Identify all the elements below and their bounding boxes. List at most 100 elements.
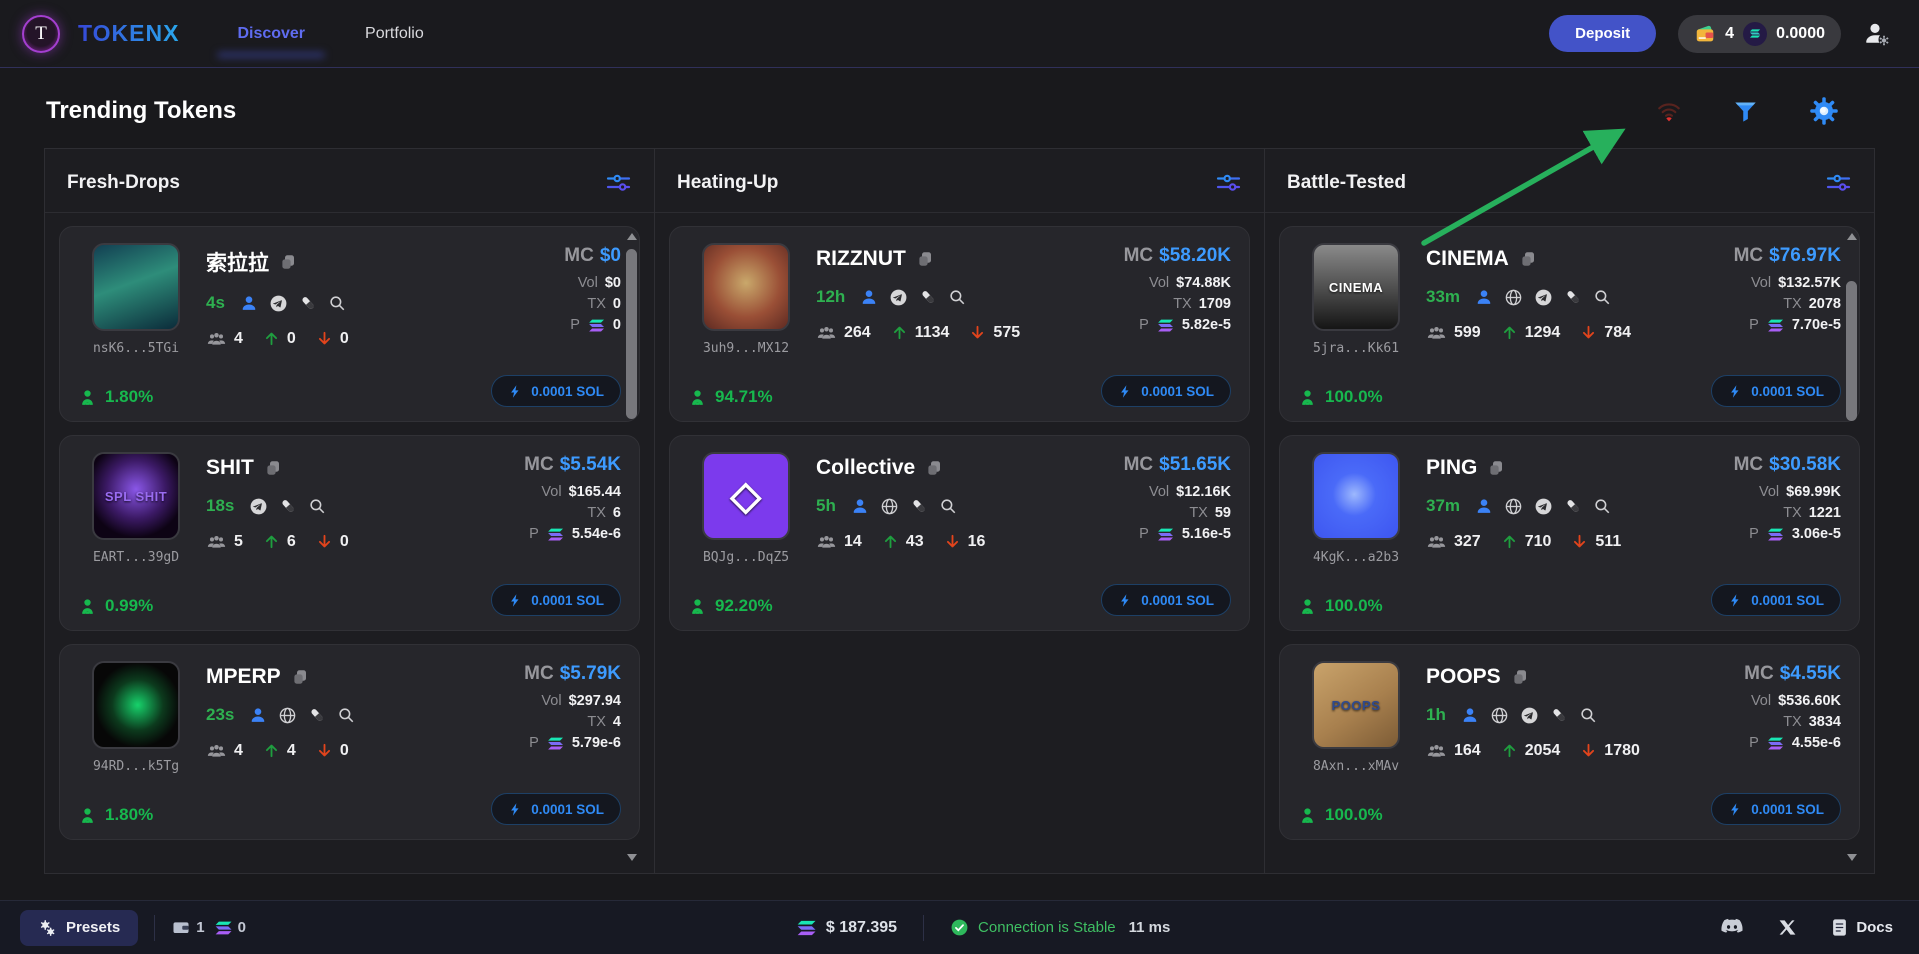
user-icon[interactable] [249, 706, 267, 724]
search-icon[interactable] [948, 288, 966, 306]
user-icon[interactable] [851, 497, 869, 515]
quick-buy-button[interactable]: 0.0001 SOL [1101, 584, 1231, 616]
user-icon[interactable] [860, 288, 878, 306]
token-card[interactable]: 94RD...k5TgMPERP23s440MC$5.79KVol$297.94… [59, 644, 640, 840]
scroll-down-icon[interactable] [627, 854, 637, 861]
telegram-icon[interactable] [889, 288, 908, 307]
token-address[interactable]: EART...39gD [93, 550, 179, 565]
quick-buy-button[interactable]: 0.0001 SOL [491, 584, 621, 616]
token-card[interactable]: ◇BQJg...DqZ5Collective5h144316MC$51.65KV… [669, 435, 1250, 631]
token-logo[interactable]: CINEMA [1312, 243, 1400, 331]
pill-icon[interactable] [910, 497, 928, 515]
docs-link[interactable]: Docs [1831, 918, 1893, 937]
scroll-up-icon[interactable] [627, 233, 637, 240]
filter-icon[interactable] [1732, 98, 1759, 125]
copy-address-icon[interactable] [925, 459, 943, 477]
pill-icon[interactable] [919, 288, 937, 306]
account-settings-button[interactable] [1863, 21, 1891, 47]
globe-icon[interactable] [1504, 288, 1523, 307]
quick-buy-button[interactable]: 0.0001 SOL [1711, 793, 1841, 825]
pill-icon[interactable] [1564, 288, 1582, 306]
copy-address-icon[interactable] [1519, 250, 1537, 268]
copy-address-icon[interactable] [264, 459, 282, 477]
copy-address-icon[interactable] [1511, 668, 1529, 686]
token-logo[interactable]: SPL SHIT [92, 452, 180, 540]
token-logo[interactable] [92, 661, 180, 749]
token-address[interactable]: 8Axn...xMAv [1313, 759, 1399, 774]
discord-icon[interactable] [1720, 918, 1744, 937]
scrollbar[interactable] [1846, 233, 1858, 861]
token-address[interactable]: 4KgK...a2b3 [1313, 550, 1399, 565]
market-cap-label: MC [1734, 245, 1764, 266]
token-logo[interactable] [702, 243, 790, 331]
x-twitter-icon[interactable] [1778, 918, 1797, 937]
scrollbar[interactable] [626, 233, 638, 861]
settings-gear-icon[interactable] [1809, 96, 1839, 126]
scrollbar-thumb[interactable] [626, 249, 637, 419]
quick-buy-button[interactable]: 0.0001 SOL [1101, 375, 1231, 407]
search-icon[interactable] [939, 497, 957, 515]
scrollbar-thumb[interactable] [1846, 281, 1857, 421]
token-logo[interactable] [1312, 452, 1400, 540]
user-icon[interactable] [1461, 706, 1479, 724]
copy-address-icon[interactable] [279, 253, 297, 271]
token-address[interactable]: nsK6...5TGi [93, 341, 179, 356]
column-filter-sliders-icon[interactable] [1215, 171, 1242, 194]
globe-icon[interactable] [1504, 497, 1523, 516]
token-card[interactable]: SPL SHITEART...39gDSHIT18s560MC$5.54KVol… [59, 435, 640, 631]
token-card[interactable]: POOPS8Axn...xMAvPOOPS1h16420541780MC$4.5… [1279, 644, 1860, 840]
telegram-icon[interactable] [1534, 497, 1553, 516]
scroll-down-icon[interactable] [1847, 854, 1857, 861]
token-logo[interactable]: ◇ [702, 452, 790, 540]
token-logo[interactable] [92, 243, 180, 331]
copy-address-icon[interactable] [291, 668, 309, 686]
copy-address-icon[interactable] [1487, 459, 1505, 477]
token-address[interactable]: 94RD...k5Tg [93, 759, 179, 774]
globe-icon[interactable] [880, 497, 899, 516]
user-icon[interactable] [1475, 288, 1493, 306]
globe-icon[interactable] [1490, 706, 1509, 725]
globe-icon[interactable] [278, 706, 297, 725]
search-icon[interactable] [308, 497, 326, 515]
pill-icon[interactable] [299, 294, 317, 312]
token-card[interactable]: nsK6...5TGi索拉拉4s400MC$0Vol$0TX0P01.80%0.… [59, 226, 640, 422]
pill-icon[interactable] [1550, 706, 1568, 724]
user-icon[interactable] [240, 294, 258, 312]
search-icon[interactable] [1579, 706, 1597, 724]
search-icon[interactable] [1593, 497, 1611, 515]
quick-buy-button[interactable]: 0.0001 SOL [491, 375, 621, 407]
scroll-up-icon[interactable] [1847, 233, 1857, 240]
wallet-balance-pill[interactable]: 4 0.0000 [1678, 15, 1841, 53]
token-address[interactable]: BQJg...DqZ5 [703, 550, 789, 565]
active-wallets-indicator[interactable]: 1 0 [171, 918, 246, 937]
app-logo[interactable]: T [22, 15, 60, 53]
telegram-icon[interactable] [1534, 288, 1553, 307]
presets-button[interactable]: Presets [20, 910, 138, 946]
search-icon[interactable] [328, 294, 346, 312]
pill-icon[interactable] [279, 497, 297, 515]
telegram-icon[interactable] [269, 294, 288, 313]
token-card[interactable]: 3uh9...MX12RIZZNUT12h2641134575MC$58.20K… [669, 226, 1250, 422]
search-icon[interactable] [337, 706, 355, 724]
token-logo[interactable]: POOPS [1312, 661, 1400, 749]
tab-discover[interactable]: Discover [235, 19, 307, 49]
quick-buy-button[interactable]: 0.0001 SOL [1711, 375, 1841, 407]
user-icon[interactable] [1475, 497, 1493, 515]
copy-address-icon[interactable] [916, 250, 934, 268]
telegram-icon[interactable] [1520, 706, 1539, 725]
token-address[interactable]: 5jra...Kk61 [1313, 341, 1399, 356]
search-icon[interactable] [1593, 288, 1611, 306]
pill-icon[interactable] [308, 706, 326, 724]
quick-buy-button[interactable]: 0.0001 SOL [491, 793, 621, 825]
token-card[interactable]: 4KgK...a2b3PING37m327710511MC$30.58KVol$… [1279, 435, 1860, 631]
token-address[interactable]: 3uh9...MX12 [703, 341, 789, 356]
column-filter-sliders-icon[interactable] [605, 171, 632, 194]
token-card[interactable]: CINEMA5jra...Kk61CINEMA33m5991294784MC$7… [1279, 226, 1860, 422]
telegram-icon[interactable] [249, 497, 268, 516]
tab-portfolio[interactable]: Portfolio [363, 19, 426, 49]
column-filter-sliders-icon[interactable] [1825, 171, 1852, 194]
connection-wifi-icon[interactable] [1656, 98, 1682, 124]
pill-icon[interactable] [1564, 497, 1582, 515]
quick-buy-button[interactable]: 0.0001 SOL [1711, 584, 1841, 616]
deposit-button[interactable]: Deposit [1549, 15, 1656, 52]
